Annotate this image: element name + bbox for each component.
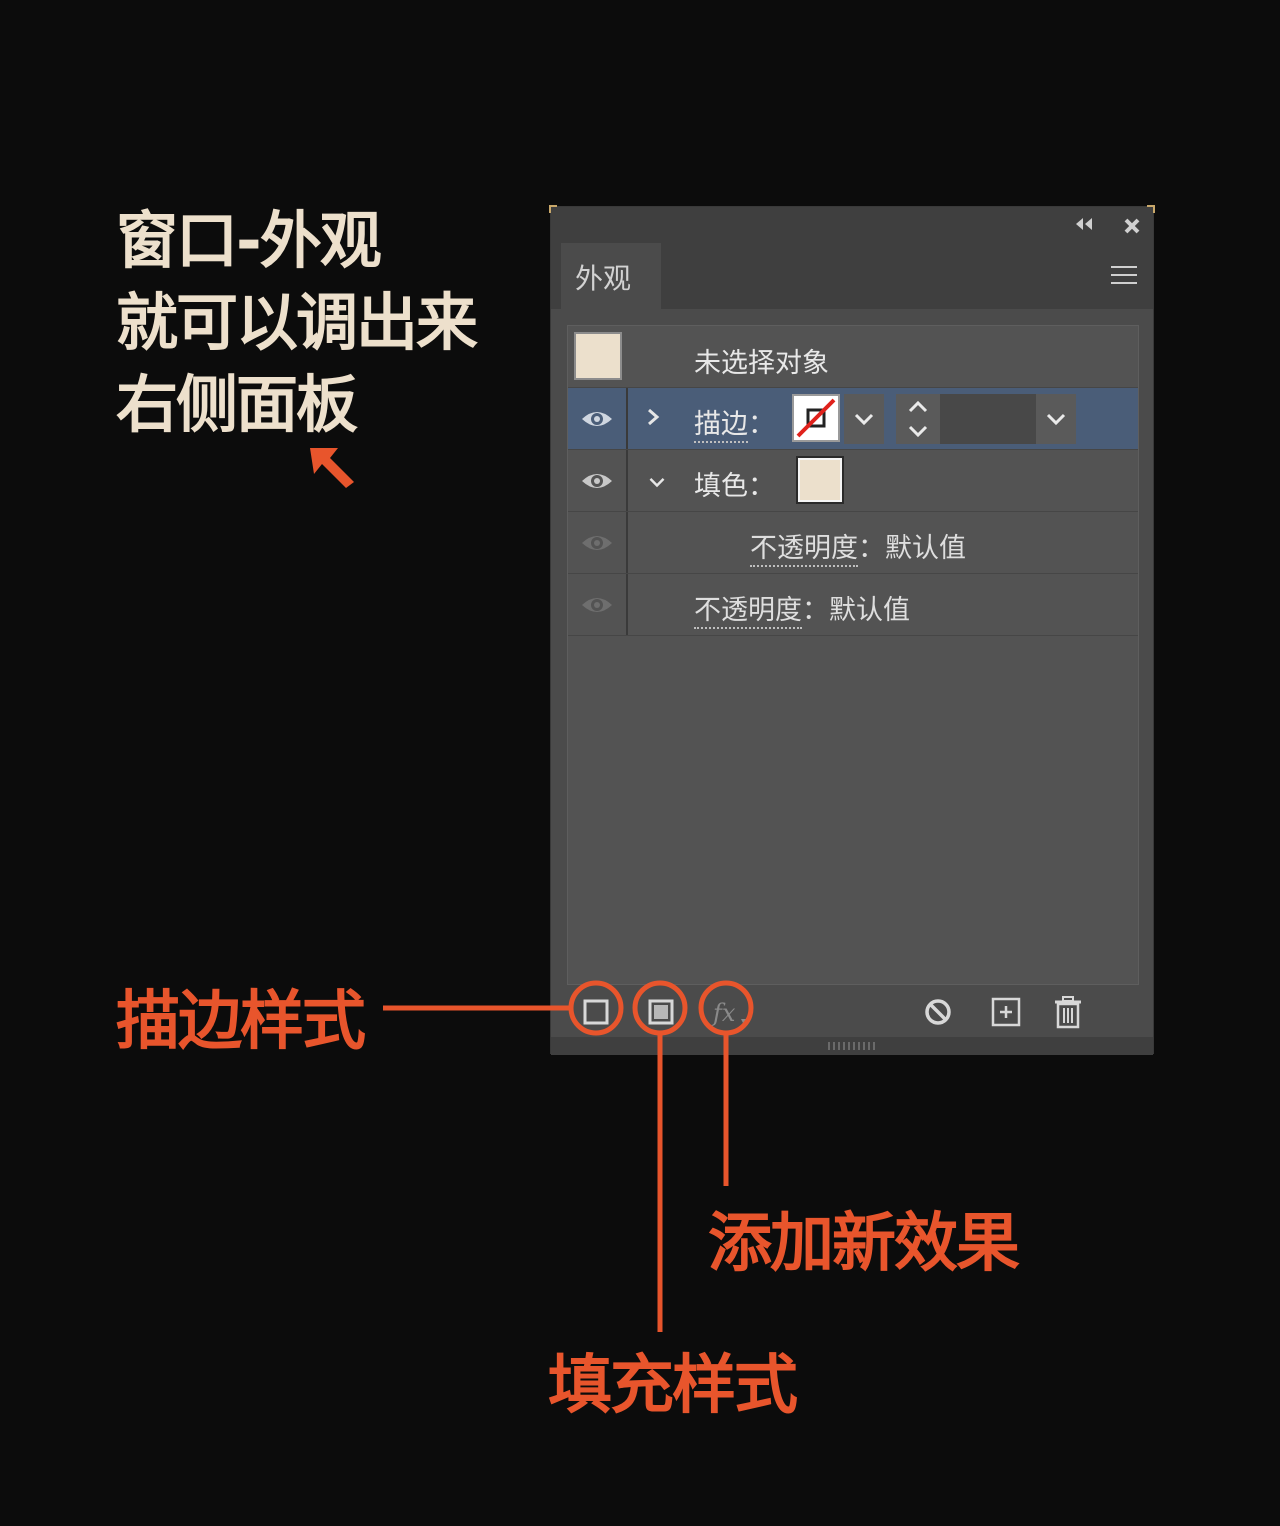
visibility-column — [568, 512, 628, 573]
panel-titlebar[interactable] — [551, 207, 1153, 241]
fill-colon: ： — [748, 471, 775, 502]
collapse-icon[interactable] — [1073, 217, 1095, 231]
duplicate-item-icon[interactable] — [989, 995, 1023, 1029]
stroke-color-swatch[interactable] — [792, 394, 840, 442]
fill-opacity-row[interactable]: 不透明度：默认值 — [568, 512, 1138, 574]
intro-line-1: 窗口-外观 — [116, 204, 382, 277]
none-color-icon — [796, 398, 836, 438]
intro-line-2: 就可以调出来 — [116, 286, 478, 359]
tab-appearance[interactable]: 外观 — [561, 243, 661, 311]
stroke-color-dropdown[interactable] — [844, 394, 884, 444]
stroke-width-input[interactable] — [940, 394, 1036, 444]
callout-stroke-style: 描边样式 — [116, 985, 366, 1059]
callout-fill-style: 填充样式 — [548, 1349, 798, 1423]
stroke-width-dropdown[interactable] — [1036, 394, 1076, 444]
fill-opacity-link[interactable]: 不透明度 — [750, 533, 858, 567]
svg-text:fx: fx — [711, 999, 736, 1027]
appearance-list: 未选择对象 描边： 填色： 不透明度：默认值 不透明度：默认值 — [567, 325, 1139, 985]
eye-icon[interactable] — [580, 408, 614, 430]
chevron-down-icon — [1046, 413, 1066, 426]
opacity-value: ：默认值 — [802, 595, 910, 626]
chevron-down-icon[interactable] — [648, 472, 666, 494]
fill-opacity-value: ：默认值 — [858, 533, 966, 564]
callout-add-effect: 添加新效果 — [708, 1207, 1020, 1281]
fx-icon[interactable]: fx — [709, 995, 749, 1029]
eye-icon[interactable] — [580, 470, 614, 492]
panel-tabbar: 外观 — [551, 241, 1153, 311]
intro-text: 窗口-外观 就可以调出来 右侧面板 — [116, 200, 478, 446]
object-thumbnail — [574, 332, 622, 380]
pointer-arrow-icon — [310, 448, 354, 488]
fill-row[interactable]: 填色： — [568, 450, 1138, 512]
add-stroke-icon[interactable] — [579, 995, 613, 1029]
panel-resize-bar[interactable] — [551, 1037, 1153, 1055]
fill-label-text: 填色 — [694, 471, 748, 502]
stroke-label[interactable]: 描边： — [694, 402, 775, 443]
stroke-label-text: 描边 — [694, 409, 748, 443]
panel-menu-icon[interactable] — [1111, 265, 1137, 285]
stepper-icon — [908, 400, 928, 438]
stroke-colon: ： — [748, 409, 775, 440]
stroke-row[interactable]: 描边： — [568, 388, 1138, 450]
opacity-link[interactable]: 不透明度 — [694, 595, 802, 629]
fill-label[interactable]: 填色： — [694, 464, 775, 503]
resize-grip-icon[interactable] — [827, 1040, 877, 1052]
eye-icon[interactable] — [580, 594, 614, 616]
opacity-row[interactable]: 不透明度：默认值 — [568, 574, 1138, 636]
chevron-right-icon[interactable] — [644, 406, 662, 428]
clear-appearance-icon[interactable] — [921, 995, 955, 1029]
opacity-label[interactable]: 不透明度：默认值 — [694, 588, 910, 629]
fill-color-swatch[interactable] — [796, 456, 844, 504]
object-row: 未选择对象 — [568, 326, 1138, 388]
intro-line-3: 右侧面板 — [116, 368, 358, 441]
appearance-panel: 外观 未选择对象 描边： 填色： 不透明度：默认值 不透明度：默认值 fx — [549, 205, 1155, 1055]
close-icon[interactable] — [1123, 217, 1141, 235]
visibility-column — [568, 574, 628, 635]
stroke-width-stepper[interactable] — [896, 394, 940, 444]
panel-footer: fx — [551, 987, 1153, 1037]
chevron-down-icon — [854, 413, 874, 426]
eye-icon[interactable] — [580, 532, 614, 554]
fill-opacity-label[interactable]: 不透明度：默认值 — [750, 526, 966, 567]
delete-item-icon[interactable] — [1051, 995, 1085, 1029]
add-fill-icon[interactable] — [644, 995, 678, 1029]
object-label: 未选择对象 — [694, 348, 829, 379]
visibility-column — [568, 450, 628, 511]
visibility-column — [568, 388, 628, 449]
